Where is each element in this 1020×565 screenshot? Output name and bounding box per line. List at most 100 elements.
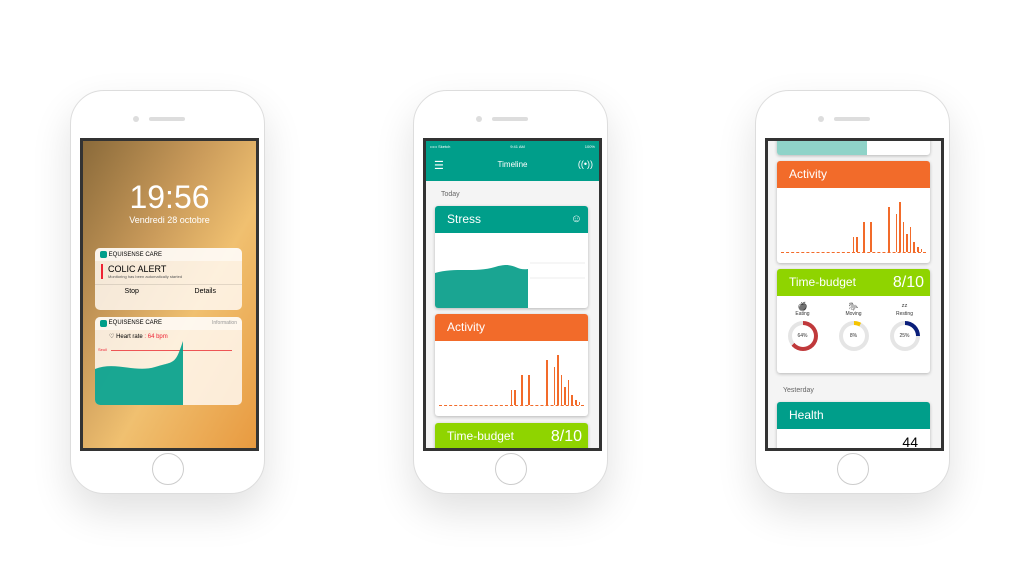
activity-bar (899, 202, 901, 252)
lock-date: Vendredi 28 octobre (129, 215, 210, 225)
speaker (492, 117, 528, 121)
home-button[interactable] (152, 453, 184, 485)
budget-donut: 8% (838, 321, 869, 351)
app-name: EQUISENSE CARE (108, 252, 163, 259)
budget-label: Eating (795, 311, 810, 317)
budget-donut: 25% (889, 321, 920, 351)
today-label: Today (441, 191, 460, 198)
stress-card[interactable]: Stress ☺ (435, 206, 588, 308)
activity-bar (571, 395, 573, 405)
health-value: 44 (902, 434, 918, 450)
time-budget-title: Time-budget (789, 275, 856, 289)
activity-bar (852, 237, 855, 252)
activity-bar (574, 400, 577, 405)
activity-card[interactable]: Activity (435, 314, 588, 416)
camera (133, 116, 139, 122)
app-name: EQUISENSE CARE (108, 320, 163, 326)
budget-label: Resting (896, 311, 913, 317)
activity-bar (870, 222, 873, 252)
activity-chart (781, 192, 926, 253)
timeline-screen: ••••• Sketch 9:41 AM 100% ☰ Timeline ((•))… (423, 138, 602, 451)
phone-detail: Activity Time-budget 8/10 🍎 Eating 64% 🐎 Movi… (755, 90, 950, 494)
status-bar: ••••• Sketch 9:41 AM 100% (426, 141, 599, 151)
activity-bar (567, 380, 570, 405)
lock-time: 19:56 (129, 179, 210, 215)
carrier: ••••• Sketch (430, 143, 451, 149)
horse-icon: 🐎 (848, 302, 859, 311)
activity-bar (510, 390, 513, 405)
stress-chart (435, 262, 585, 308)
heart-rate-label: Heart rate (116, 334, 143, 340)
colic-alert-notification[interactable]: EQUISENSE CARE COLIC ALERT Monitoring ha… (95, 248, 242, 310)
heart-rate-notification[interactable]: EQUISENSE CARE Information ♡ Heart rate :… (95, 317, 242, 405)
heart-rate-chart (95, 341, 183, 405)
budget-label: Moving (845, 311, 862, 317)
alert-title: COLIC ALERT (108, 264, 167, 275)
home-button[interactable] (495, 453, 527, 485)
budget-percent: 64% (791, 325, 814, 347)
activity-bar (564, 387, 566, 405)
activity-bar (902, 222, 905, 252)
stress-title: Stress (447, 212, 482, 226)
info-tag: Information (211, 320, 237, 326)
yesterday-label: Yesterday (783, 387, 814, 394)
health-title: Health (789, 408, 824, 422)
activity-title: Activity (447, 320, 486, 334)
activity-bar (578, 402, 581, 405)
activity-bar (895, 214, 898, 252)
activity-bar (557, 355, 559, 405)
activity-card[interactable]: Activity (777, 161, 930, 263)
budget-item-moving: 🐎 Moving 8% (828, 302, 879, 351)
apple-icon: 🍎 (797, 302, 808, 311)
smiley-icon: ☺ (570, 213, 582, 225)
phone-lockscreen: 19:56 Vendredi 28 octobre EQUISENSE CARE… (70, 90, 265, 494)
detail-screen: Activity Time-budget 8/10 🍎 Eating 64% 🐎 Movi… (765, 138, 944, 451)
stop-button[interactable]: Stop (95, 285, 169, 298)
budget-donut: 64% (787, 321, 818, 351)
camera (476, 116, 482, 122)
speaker (834, 117, 870, 121)
activity-bar (863, 222, 865, 252)
previous-card (777, 141, 930, 155)
activity-bar (888, 207, 890, 252)
activity-bar (909, 227, 912, 252)
activity-chart (439, 345, 584, 406)
activity-bar (906, 234, 908, 252)
activity-bar (913, 242, 915, 252)
time-budget-score: 8/10 (892, 274, 924, 291)
time-budget-card[interactable]: Time-budget 8/10 (435, 423, 588, 448)
time-budget-card[interactable]: Time-budget 8/10 🍎 Eating 64% 🐎 Moving 8% ᶻᶻ Res… (777, 269, 930, 373)
time-budget-title: Time-budget (447, 429, 514, 443)
activity-bar (528, 375, 531, 405)
activity-bar (916, 247, 919, 252)
camera (818, 116, 824, 122)
activity-bar (856, 237, 858, 252)
activity-bar (560, 375, 563, 405)
heart-rate-value: : 64 bpm (144, 334, 168, 340)
budget-percent: 25% (893, 325, 916, 347)
alert-message: Monitoring has been automatically starte… (108, 274, 183, 280)
activity-bar (920, 249, 923, 252)
lock-screen: 19:56 Vendredi 28 octobre EQUISENSE CARE… (80, 138, 259, 451)
battery: 100% (584, 143, 595, 149)
budget-item-resting: ᶻᶻ Resting 25% (879, 302, 930, 351)
time-budget-score: 8/10 (550, 428, 582, 445)
activity-bar (521, 375, 523, 405)
app-icon (100, 251, 107, 258)
page-title: Timeline (497, 160, 528, 169)
heart-icon: ♡ (109, 334, 115, 340)
details-button[interactable]: Details (169, 285, 243, 298)
budget-item-eating: 🍎 Eating 64% (777, 302, 828, 351)
activity-bar (546, 360, 548, 405)
home-button[interactable] (837, 453, 869, 485)
health-card[interactable]: Health 44 (777, 402, 930, 450)
app-icon (100, 320, 107, 327)
status-time: 9:41 AM (510, 143, 525, 149)
sensor-signal-icon[interactable]: ((•)) (578, 159, 593, 169)
speaker (149, 117, 185, 121)
nav-header: ☰ Timeline ((•)) (426, 151, 599, 181)
activity-bar (553, 367, 556, 405)
budget-percent: 8% (842, 325, 865, 347)
activity-bar (514, 390, 516, 405)
activity-title: Activity (789, 167, 828, 181)
